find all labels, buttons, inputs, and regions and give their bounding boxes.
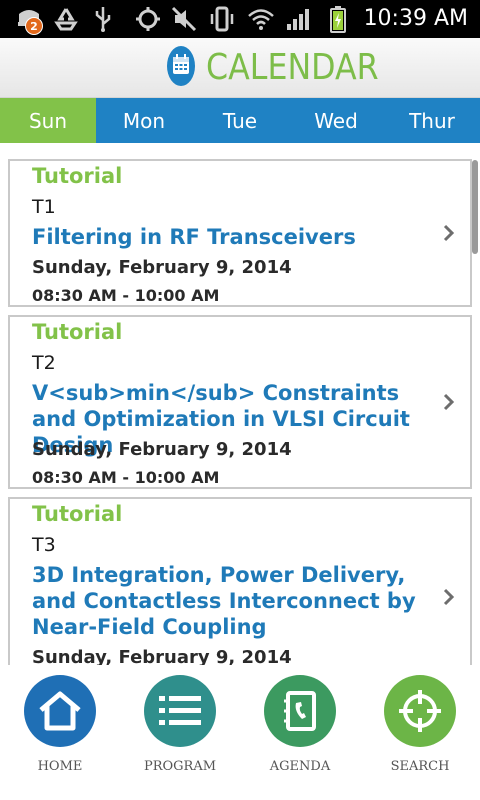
day-tabs: Sun Mon Tue Wed Thur — [0, 98, 480, 143]
signal-icon — [284, 6, 314, 32]
chevron-right-icon — [443, 393, 455, 411]
wifi-icon — [246, 6, 276, 32]
home-icon — [39, 691, 81, 731]
nav-search-button[interactable]: SEARCH — [360, 673, 480, 793]
recycle-icon — [52, 6, 80, 32]
notification-count-badge: 2 — [25, 17, 43, 35]
nav-program-label: PROGRAM — [143, 759, 217, 774]
list-scrollbar[interactable] — [472, 160, 478, 254]
session-category: Tutorial — [32, 320, 123, 344]
chevron-right-icon — [443, 588, 455, 606]
crosshair-icon — [399, 690, 441, 732]
session-code: T3 — [32, 534, 56, 556]
tab-sun[interactable]: Sun — [0, 98, 96, 143]
calendar-icon — [167, 46, 195, 86]
tab-mon[interactable]: Mon — [96, 98, 192, 143]
status-bar: 2 10:39 AM — [0, 0, 480, 38]
session-card[interactable]: Tutorial T1 Filtering in RF Transceivers… — [8, 159, 472, 307]
session-date: Sunday, February 9, 2014 — [32, 439, 292, 460]
home-icon-circle — [24, 675, 96, 747]
usb-icon — [92, 6, 114, 32]
session-list[interactable]: Tutorial T1 Filtering in RF Transceivers… — [0, 143, 480, 665]
tab-thur[interactable]: Thur — [384, 98, 480, 143]
app-header: CALENDAR — [0, 38, 480, 98]
clock-time: 10:39 AM — [363, 6, 468, 31]
crosshair-icon-circle — [384, 675, 456, 747]
session-code: T2 — [32, 352, 56, 374]
session-time: 08:30 AM - 10:00 AM — [32, 286, 220, 305]
list-icon-circle — [144, 675, 216, 747]
session-card[interactable]: Tutorial T2 V<sub>min</sub> Constraints … — [8, 315, 472, 489]
nav-search-label: SEARCH — [390, 759, 450, 774]
gps-icon — [134, 6, 162, 32]
nav-agenda-button[interactable]: AGENDA — [240, 673, 360, 793]
chevron-right-icon — [443, 224, 455, 242]
session-title: Filtering in RF Transceivers — [32, 225, 356, 249]
session-category: Tutorial — [32, 164, 123, 188]
session-title: 3D Integration, Power Delivery, and Cont… — [32, 563, 416, 639]
list-icon — [159, 696, 201, 725]
session-date: Sunday, February 9, 2014 — [32, 647, 292, 665]
tab-wed[interactable]: Wed — [288, 98, 384, 143]
nav-agenda-label: AGENDA — [269, 759, 331, 774]
phone-book-icon — [284, 691, 316, 731]
nav-home-button[interactable]: HOME — [0, 673, 120, 793]
page-title: CALENDAR — [206, 47, 379, 88]
mute-icon — [170, 6, 198, 32]
battery-charging-icon — [326, 6, 350, 33]
vibrate-icon — [208, 6, 236, 32]
tab-tue[interactable]: Tue — [192, 98, 288, 143]
nav-program-button[interactable]: PROGRAM — [120, 673, 240, 793]
bottom-navigation: HOME PROGRAM AGENDA SEARCH — [0, 665, 480, 800]
session-category: Tutorial — [32, 502, 123, 526]
session-code: T1 — [32, 196, 56, 218]
session-date: Sunday, February 9, 2014 — [32, 257, 292, 278]
session-card[interactable]: Tutorial T3 3D Integration, Power Delive… — [8, 497, 472, 665]
phone-book-icon-circle — [264, 675, 336, 747]
session-time: 08:30 AM - 10:00 AM — [32, 468, 220, 487]
nav-home-label: HOME — [37, 759, 83, 774]
